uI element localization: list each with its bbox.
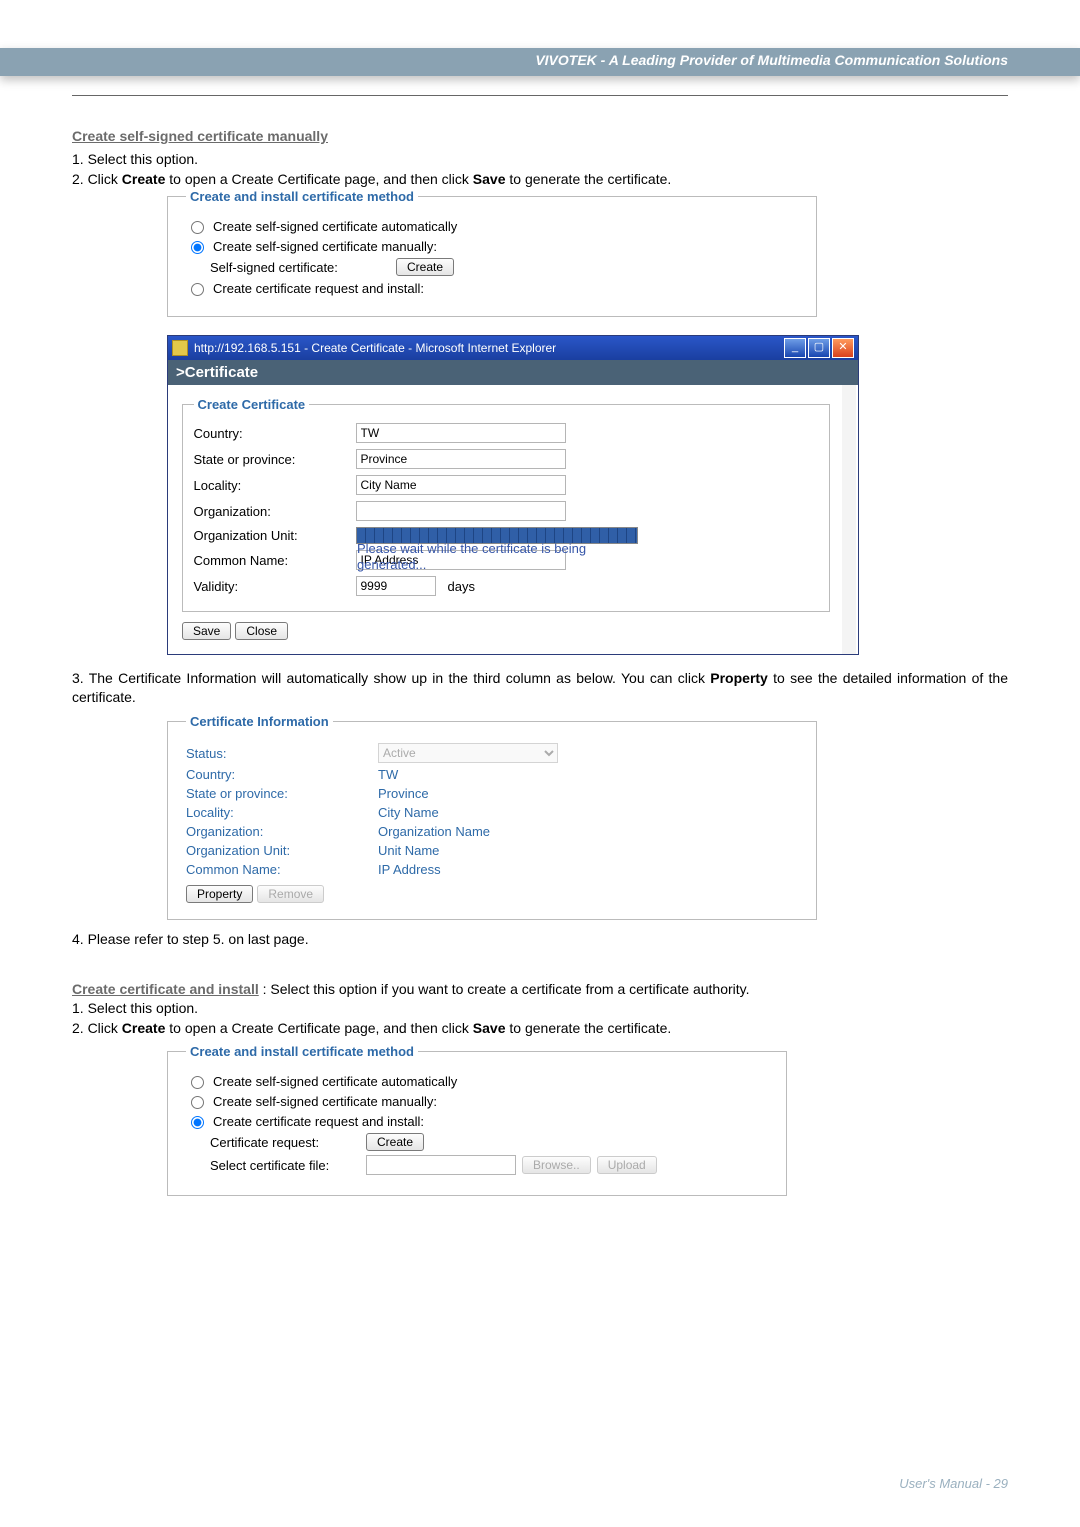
step-2a: 2. Click Create to open a Create Certifi… (72, 170, 1008, 190)
property-button[interactable]: Property (186, 885, 253, 903)
input-organization[interactable] (356, 501, 566, 521)
label-country: Country: (194, 426, 344, 441)
step-4: 4. Please refer to step 5. on last page. (72, 930, 1008, 950)
info-val-country: TW (378, 767, 398, 782)
upload-button: Upload (597, 1156, 657, 1174)
info-val-orgunit: Unit Name (378, 843, 439, 858)
fieldset-create-method-2: Create and install certificate method Cr… (167, 1044, 787, 1196)
step-2b-save: Save (473, 1020, 506, 1036)
select-file-label: Select certificate file: (210, 1158, 360, 1173)
fieldset-legend-2: Create and install certificate method (186, 1044, 418, 1059)
save-button[interactable]: Save (182, 622, 231, 640)
ie-icon (172, 340, 188, 356)
info-val-locality: City Name (378, 805, 439, 820)
fieldset-legend-1: Create and install certificate method (186, 189, 418, 204)
input-country[interactable] (356, 423, 566, 443)
step-3-pre: 3. The Certificate Information will auto… (72, 670, 710, 686)
close-window-button[interactable]: ✕ (832, 338, 854, 358)
step-2a-create: Create (122, 171, 166, 187)
maximize-button[interactable]: ▢ (808, 338, 830, 358)
label-organization: Organization: (194, 504, 344, 519)
ie-window: http://192.168.5.151 - Create Certificat… (167, 335, 859, 655)
label-state: State or province: (194, 452, 344, 467)
step-1a: 1. Select this option. (72, 150, 1008, 170)
input-validity[interactable] (356, 576, 436, 596)
step-2b-pre: 2. Click (72, 1020, 122, 1036)
radio-manual-1[interactable] (191, 241, 204, 254)
fieldset-cert-info: Certificate Information Status: Active C… (167, 714, 817, 920)
radio-request-1[interactable] (191, 283, 204, 296)
step-2b-post: to generate the certificate. (506, 1020, 672, 1036)
section-heading-install: Create certificate and install (72, 981, 259, 997)
info-label-locality: Locality: (186, 805, 366, 820)
step-2a-save: Save (473, 171, 506, 187)
step-3: 3. The Certificate Information will auto… (72, 669, 1008, 708)
section-b-body1: : Select this option if you want to crea… (263, 981, 750, 997)
create-button-1[interactable]: Create (396, 258, 454, 276)
footer-page-number: User's Manual - 29 (899, 1476, 1008, 1491)
info-label-organization: Organization: (186, 824, 366, 839)
step-2b: 2. Click Create to open a Create Certifi… (72, 1019, 1008, 1039)
scrollbar[interactable] (842, 385, 856, 654)
file-path-input[interactable] (366, 1155, 516, 1175)
create-button-2[interactable]: Create (366, 1133, 424, 1151)
radio-auto-2[interactable] (191, 1076, 204, 1089)
fieldset-create-cert: Create Certificate Country: State or pro… (182, 397, 830, 612)
info-label-status: Status: (186, 746, 366, 761)
label-manual-2: Create self-signed certificate manually: (213, 1094, 437, 1109)
radio-auto-1[interactable] (191, 221, 204, 234)
header-title: VIVOTEK - A Leading Provider of Multimed… (535, 52, 1008, 68)
status-select: Active (378, 743, 558, 763)
legend-cert-info: Certificate Information (186, 714, 333, 729)
input-locality[interactable] (356, 475, 566, 495)
header-divider (72, 95, 1008, 96)
label-locality: Locality: (194, 478, 344, 493)
label-manual-1: Create self-signed certificate manually: (213, 239, 437, 254)
label-days: days (448, 579, 475, 594)
radio-request-2[interactable] (191, 1116, 204, 1129)
self-signed-label: Self-signed certificate: (210, 260, 390, 275)
info-val-state: Province (378, 786, 429, 801)
label-common: Common Name: (194, 553, 344, 568)
radio-manual-2[interactable] (191, 1096, 204, 1109)
step-2a-pre: 2. Click (72, 171, 122, 187)
step-3-property: Property (710, 670, 768, 686)
info-label-orgunit: Organization Unit: (186, 843, 366, 858)
header-band: VIVOTEK - A Leading Provider of Multimed… (0, 48, 1080, 76)
info-val-organization: Organization Name (378, 824, 490, 839)
step-2a-mid: to open a Create Certificate page, and t… (165, 171, 472, 187)
cert-req-label: Certificate request: (210, 1135, 360, 1150)
step-1b: 1. Select this option. (72, 999, 1008, 1019)
label-auto-2: Create self-signed certificate automatic… (213, 1074, 457, 1089)
legend-create-cert: Create Certificate (194, 397, 310, 412)
please-wait-overlay: Please wait while the certificate is bei… (357, 541, 617, 574)
step-2b-mid: to open a Create Certificate page, and t… (165, 1020, 472, 1036)
label-validity: Validity: (194, 579, 344, 594)
label-request-2: Create certificate request and install: (213, 1114, 424, 1129)
browse-button: Browse.. (522, 1156, 591, 1174)
ie-titlebar: http://192.168.5.151 - Create Certificat… (168, 336, 858, 360)
fieldset-create-method-1: Create and install certificate method Cr… (167, 189, 817, 317)
label-auto-1: Create self-signed certificate automatic… (213, 219, 457, 234)
step-2b-create: Create (122, 1020, 166, 1036)
input-state[interactable] (356, 449, 566, 469)
info-label-country: Country: (186, 767, 366, 782)
remove-button: Remove (257, 885, 324, 903)
cert-page-head: >Certificate (168, 360, 858, 385)
minimize-button[interactable]: _ (784, 338, 806, 358)
ie-title: http://192.168.5.151 - Create Certificat… (194, 341, 556, 355)
info-val-common: IP Address (378, 862, 441, 877)
label-request-1: Create certificate request and install: (213, 281, 424, 296)
section-heading-self-signed: Create self-signed certificate manually (72, 128, 1008, 144)
info-label-state: State or province: (186, 786, 366, 801)
label-orgunit: Organization Unit: (194, 528, 344, 543)
info-label-common: Common Name: (186, 862, 366, 877)
close-button[interactable]: Close (235, 622, 288, 640)
step-2a-post: to generate the certificate. (506, 171, 672, 187)
